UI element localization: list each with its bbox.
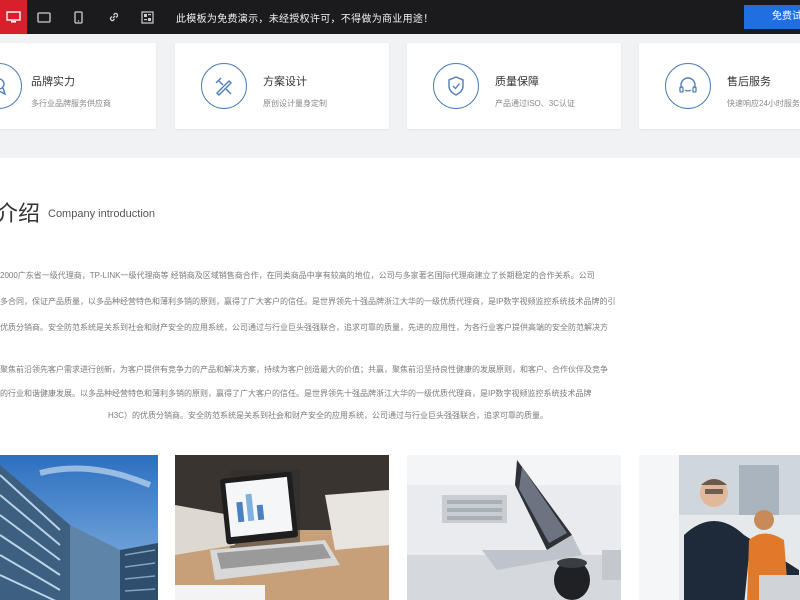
feature-subtitle: 快速响应24小时服务	[727, 99, 800, 108]
headset-icon	[665, 63, 711, 109]
tablet-landscape-view-button[interactable]	[28, 0, 60, 34]
feature-subtitle: 原创设计量身定制	[263, 99, 327, 108]
qrcode-button[interactable]	[131, 0, 163, 34]
intro-paragraph-line: 的行业和谐健康发展。以多品种经营特色和薄利多销的原则，赢得了广大客户的信任。是世…	[0, 389, 592, 398]
feature-card-quality[interactable]: 质量保障 产品通过ISO、3C认证	[407, 43, 621, 129]
qrcode-icon	[140, 10, 154, 24]
intro-paragraph-line: 多合同，保证产品质量，以多品种经营特色和薄利多销的原则，赢得了广大客户的信任。是…	[0, 297, 616, 306]
mobile-icon	[73, 10, 83, 24]
features-band: 品牌实力 多行业品牌服务供应商 方案设计 原创设计量身定制 质量保障 产品通过I…	[0, 34, 800, 158]
desktop-icon	[6, 11, 21, 23]
team-work-photo[interactable]	[639, 455, 800, 600]
demo-notice-text: 此模板为免费演示，未经授权许可，不得做为商业用途！	[176, 14, 434, 25]
section-title: 介绍	[0, 202, 41, 227]
link-icon	[109, 12, 119, 22]
desktop-view-button[interactable]	[0, 0, 27, 34]
link-button[interactable]	[98, 0, 130, 34]
feature-subtitle: 多行业品牌服务供应商	[31, 99, 111, 108]
building-photo[interactable]	[0, 455, 158, 600]
feature-subtitle: 产品通过ISO、3C认证	[495, 99, 576, 108]
feature-title: 质量保障	[495, 76, 539, 88]
feature-card-service[interactable]: 售后服务 快速响应24小时服务	[639, 43, 800, 129]
tablet-icon	[37, 11, 51, 23]
brand-strength-icon	[0, 63, 22, 109]
intro-paragraph-line: H3C）的优质分销商。安全防范系统是关系到社会和财产安全的应用系统，公司通过与行…	[108, 411, 548, 420]
feature-title: 品牌实力	[31, 76, 75, 88]
feature-title: 售后服务	[727, 76, 771, 88]
laptop-meeting-photo[interactable]	[175, 455, 389, 600]
intro-paragraph-line: 2000广东省一级代理商，TP-LINK一级代理商等 经销商及区域销售商合作，在…	[0, 271, 595, 280]
intro-paragraph-line: 优质分销商。安全防范系统是关系到社会和财产安全的应用系统，公司通过与行业巨头强强…	[0, 323, 608, 332]
free-trial-button[interactable]: 免费试用	[744, 5, 800, 29]
preview-toolbar: 此模板为免费演示，未经授权许可，不得做为商业用途！ 免费试用	[0, 0, 800, 34]
intro-paragraph-line: 聚焦前沿领先客户需求进行创新，为客户提供有竞争力的产品和解决方案，持续为客户创造…	[0, 365, 608, 374]
section-subtitle: Company introduction	[48, 208, 156, 220]
office-laptop-photo[interactable]	[407, 455, 621, 600]
feature-card-design[interactable]: 方案设计 原创设计量身定制	[175, 43, 389, 129]
feature-card-brand[interactable]: 品牌实力 多行业品牌服务供应商	[0, 43, 156, 129]
design-tools-icon	[201, 63, 247, 109]
mobile-view-button[interactable]	[62, 0, 94, 34]
shield-check-icon	[433, 63, 479, 109]
feature-title: 方案设计	[263, 76, 307, 88]
